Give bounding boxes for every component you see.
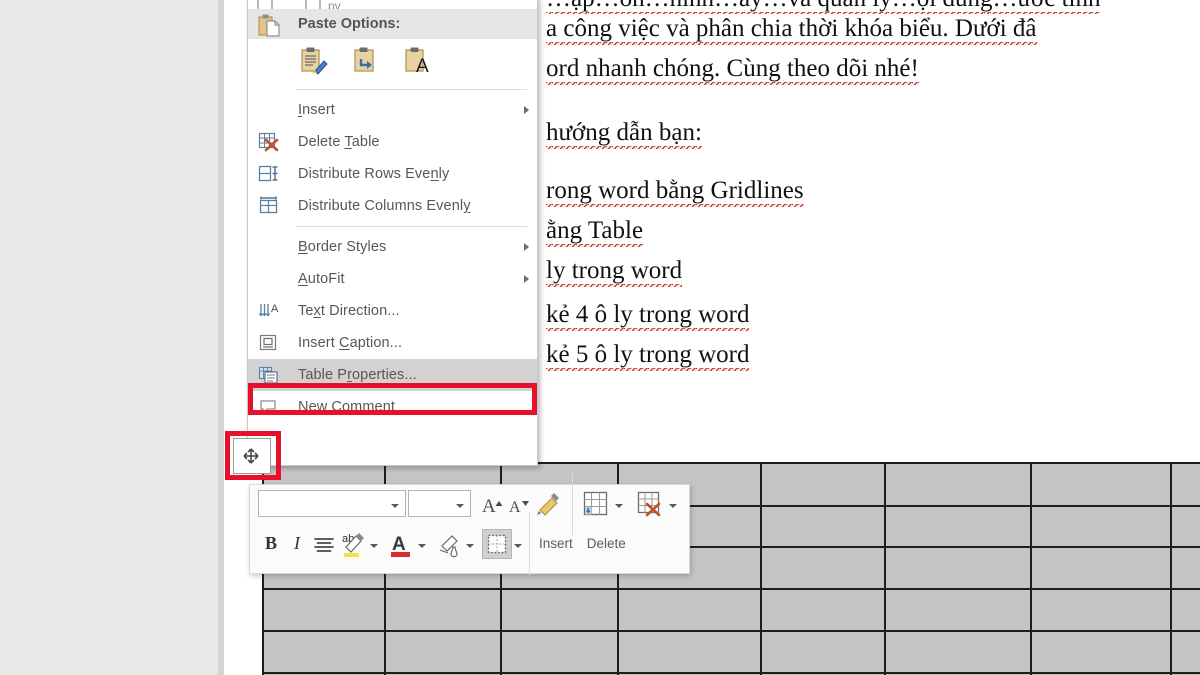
chevron-right-icon	[515, 106, 537, 114]
menu-item-table-properties-label: Table Properties...	[290, 367, 515, 383]
insert-caption-icon	[248, 328, 290, 358]
paste-options-buttons[interactable]: A	[248, 39, 537, 85]
svg-text:A: A	[392, 534, 406, 555]
menu-item-insert-caption-label: Insert Caption...	[290, 335, 515, 351]
delete-table-button[interactable]	[632, 489, 668, 519]
border-styles-icon	[248, 232, 290, 262]
bold-button[interactable]: B	[258, 529, 284, 559]
menu-item-insert-label: Insert	[290, 102, 515, 118]
menu-item-distribute-rows-evenly[interactable]: Distribute Rows Evenly	[248, 158, 537, 190]
menu-item-insert[interactable]: Insert	[248, 94, 537, 126]
table-col-line	[1030, 462, 1032, 675]
table-col-line	[884, 462, 886, 675]
svg-text:A: A	[416, 56, 429, 75]
menu-item-distribute-columns-evenly-label: Distribute Columns Evenly	[290, 198, 515, 214]
chevron-right-icon	[515, 243, 537, 251]
paste-options-section: Paste Options:	[248, 9, 537, 39]
font-name-combo[interactable]	[258, 490, 406, 517]
paste-options-label: Paste Options:	[248, 9, 537, 39]
grow-font-button[interactable]: A	[480, 489, 506, 519]
context-menu-top-clipped-row: py	[248, 0, 537, 9]
delete-table-icon	[248, 127, 290, 157]
borders-dropdown-icon[interactable]	[514, 535, 522, 553]
mini-toolbar[interactable]: A A	[249, 484, 690, 574]
autofit-icon	[248, 264, 290, 294]
menu-item-border-styles-label: Border Styles	[290, 239, 515, 255]
table-move-handle-highlight-box	[225, 431, 281, 480]
table-row-line	[262, 630, 1200, 632]
table-row-line	[262, 672, 1200, 674]
menu-item-text-direction-label: Text Direction...	[290, 303, 515, 319]
menu-separator	[296, 89, 527, 90]
menu-separator	[296, 226, 527, 227]
paste-merge-formatting-button[interactable]	[350, 45, 380, 79]
svg-text:A: A	[271, 303, 279, 315]
mini-toolbar-row-2: B I ab	[250, 522, 689, 565]
delete-label[interactable]: Delete	[587, 536, 626, 551]
highlight-dropdown-icon[interactable]	[370, 535, 378, 553]
word-application-window: …ập…ôn…hình…ày…và quản lý…ội dung…ước tí…	[0, 0, 1200, 675]
menu-item-delete-table[interactable]: Delete Table	[248, 126, 537, 158]
font-color-button[interactable]: A	[386, 529, 416, 559]
menu-item-border-styles[interactable]: Border Styles	[248, 231, 537, 263]
menu-item-insert-caption[interactable]: Insert Caption...	[248, 327, 537, 359]
insert-icon	[248, 95, 290, 125]
insert-table-button[interactable]	[578, 489, 614, 519]
table-col-line	[760, 462, 762, 675]
shading-button[interactable]	[434, 529, 464, 559]
delete-table-dropdown-icon[interactable]	[669, 495, 677, 513]
chevron-down-icon[interactable]	[391, 495, 399, 513]
table-col-line	[1170, 462, 1172, 675]
font-size-combo[interactable]	[408, 490, 471, 517]
text-direction-icon: A	[248, 296, 290, 326]
shading-dropdown-icon[interactable]	[466, 535, 474, 553]
menu-item-delete-table-label: Delete Table	[290, 134, 515, 150]
align-button[interactable]	[310, 529, 338, 559]
chevron-down-icon[interactable]	[456, 495, 464, 513]
paste-keep-text-only-button[interactable]: A	[402, 45, 432, 79]
menu-item-autofit-label: AutoFit	[290, 271, 515, 287]
distribute-columns-icon	[248, 191, 290, 221]
distribute-rows-icon	[248, 159, 290, 189]
table-row-line	[262, 588, 1200, 590]
mini-toolbar-row-1: A A	[250, 485, 689, 522]
table-properties-highlight-box	[248, 383, 537, 415]
menu-item-text-direction[interactable]: A Text Direction...	[248, 295, 537, 327]
paste-keep-source-formatting-button[interactable]	[298, 45, 328, 79]
menu-item-distribute-columns-evenly[interactable]: Distribute Columns Evenly	[248, 190, 537, 222]
borders-button[interactable]	[482, 529, 512, 559]
toolbar-separator	[572, 473, 573, 535]
chevron-right-icon	[515, 275, 537, 283]
menu-item-distribute-rows-evenly-label: Distribute Rows Evenly	[290, 166, 515, 182]
toolbar-separator	[529, 513, 530, 575]
menu-item-autofit[interactable]: AutoFit	[248, 263, 537, 295]
insert-label[interactable]: Insert	[539, 536, 573, 551]
text-highlight-color-button[interactable]: ab	[338, 529, 368, 559]
svg-text:A: A	[509, 499, 521, 516]
svg-text:py: py	[328, 0, 341, 9]
clipboard-icon	[256, 13, 284, 37]
italic-button[interactable]: I	[284, 529, 310, 559]
insert-table-dropdown-icon[interactable]	[615, 495, 623, 513]
font-color-dropdown-icon[interactable]	[418, 535, 426, 553]
svg-text:A: A	[482, 496, 496, 517]
format-painter-button[interactable]	[535, 489, 563, 519]
